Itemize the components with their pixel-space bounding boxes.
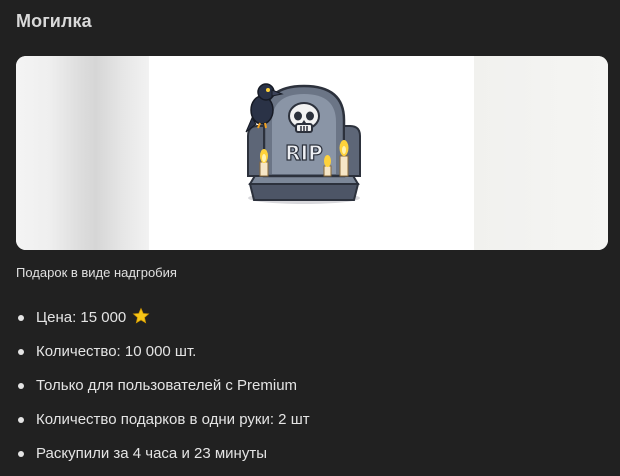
gift-facts-list: Цена: 15 000 Количество: 10 000 шт. Толь…	[16, 300, 606, 470]
per-user-text: Количество подарков в одни руки: 2 шт	[36, 411, 310, 428]
bullet-icon	[18, 349, 24, 355]
price-text: Цена: 15 000	[36, 309, 127, 326]
bullet-icon	[18, 451, 24, 457]
premium-text: Только для пользователей с Premium	[36, 377, 298, 394]
banner-right-blur	[474, 56, 608, 250]
bullet-icon	[18, 315, 24, 321]
list-item-premium: Только для пользователей с Premium	[16, 368, 606, 402]
list-item-per-user: Количество подарков в одни руки: 2 шт	[16, 402, 606, 436]
page-title: Могилка	[16, 11, 92, 31]
list-item-sold-out: Раскупили за 4 часа и 23 минуты	[16, 436, 606, 470]
rip-text: RIP	[285, 141, 323, 165]
sold-out-text: Раскупили за 4 часа и 23 минуты	[36, 445, 267, 462]
quantity-text: Количество: 10 000 шт.	[36, 343, 197, 360]
tombstone-image: RIP	[245, 83, 361, 204]
gift-banner: RIP	[16, 56, 608, 250]
star-icon	[132, 307, 150, 324]
gift-card: Могилка RIP Подарок в виде надгробия Цен…	[0, 0, 620, 476]
list-item-price: Цена: 15 000	[16, 300, 606, 334]
gift-description: Подарок в виде надгробия	[16, 265, 177, 280]
banner-left-blur	[16, 56, 149, 250]
bullet-icon	[18, 383, 24, 389]
list-item-quantity: Количество: 10 000 шт.	[16, 334, 606, 368]
bullet-icon	[18, 417, 24, 423]
